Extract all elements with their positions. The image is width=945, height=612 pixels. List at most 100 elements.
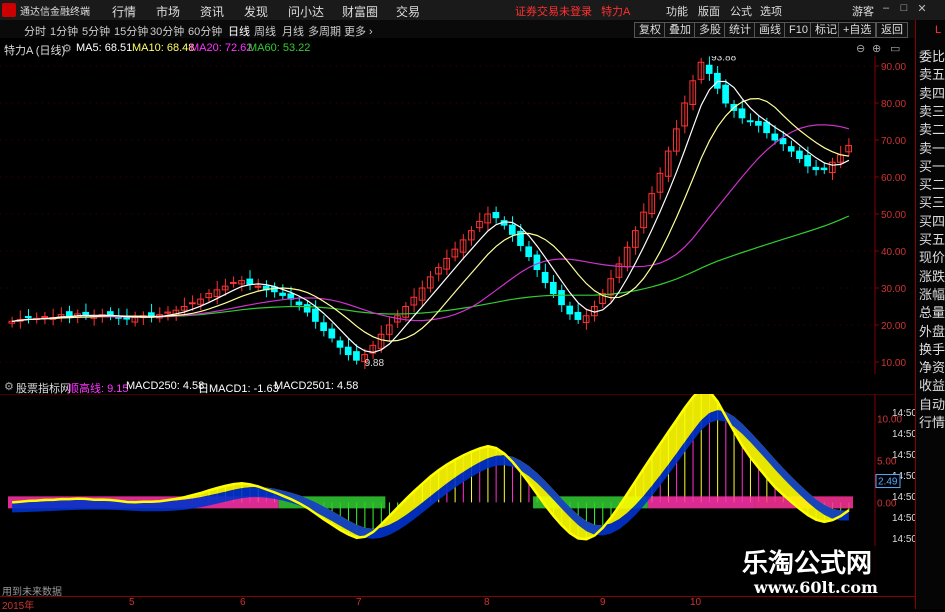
f10-button[interactable]: F10: [784, 22, 813, 38]
candle-body: [755, 121, 762, 126]
candle-body: [508, 224, 516, 235]
candle-body: [812, 166, 820, 171]
trade-status: 证券交易未登录 特力A: [515, 3, 630, 19]
top-menu-bar: [0, 0, 945, 21]
panel-item-9: 买四: [919, 213, 945, 229]
multi-stock-button[interactable]: 多股: [694, 22, 726, 38]
tab-60min[interactable]: 60分钟: [188, 23, 222, 39]
candle-body: [41, 315, 49, 318]
panel-item-12: 涨跌: [919, 268, 945, 284]
candle-body: [312, 308, 319, 322]
candle-body: [558, 290, 565, 306]
candle-body: [279, 292, 286, 296]
candle-body: [320, 322, 327, 332]
zoom-in-icon[interactable]: ⊕: [872, 42, 881, 55]
candle-body: [65, 311, 73, 317]
overlay-button[interactable]: 叠加: [664, 22, 696, 38]
candle-body: [336, 340, 344, 348]
menu-market[interactable]: 市场: [156, 3, 180, 20]
date-label-3: 7: [356, 597, 362, 608]
candlestick-chart: 90.00 80.00 70.00 60.00 50.00 40.00 30.00 20.00…: [0, 56, 906, 374]
stats-button[interactable]: 统计: [724, 22, 756, 38]
price-tick-label: 90.00: [881, 62, 906, 73]
minimize-icon[interactable]: –: [880, 2, 892, 16]
tab-30min[interactable]: 30分钟: [150, 23, 184, 39]
candle-body: [525, 246, 533, 258]
menu-layout[interactable]: 版面: [698, 3, 720, 19]
tab-15min[interactable]: 15分钟: [114, 23, 148, 39]
tab-monthly[interactable]: 月线: [282, 23, 304, 39]
candle-body: [804, 155, 811, 167]
price-tick-label: 70.00: [881, 136, 906, 147]
candle-body: [188, 302, 196, 305]
tab-1min[interactable]: 1分钟: [50, 23, 78, 39]
panel-item-8: 买三: [919, 195, 945, 211]
price-tick-label: 80.00: [881, 99, 906, 110]
expand-icon[interactable]: ▭: [890, 42, 900, 55]
time-label: 14:50: [892, 429, 915, 440]
ma60-legend: MA60: 53.22: [248, 42, 311, 54]
app-logo-icon: [2, 3, 16, 17]
panel-item-11: 现价: [919, 250, 945, 266]
value-box-label: 2.49: [878, 477, 898, 488]
time-label: 14:50: [892, 408, 915, 419]
add-watchlist-button[interactable]: +自选: [838, 22, 877, 38]
menu-function[interactable]: 功能: [666, 3, 688, 19]
date-axis: [0, 596, 915, 610]
candle-body: [246, 278, 254, 285]
candle-body: [796, 150, 803, 159]
panel-item-4: 卖二: [919, 122, 945, 138]
panel-item-14: 总量: [919, 305, 945, 321]
panel-letter: L: [935, 24, 942, 36]
candle-body: [820, 167, 828, 171]
candle-body: [328, 328, 336, 339]
candle-body: [549, 281, 557, 295]
tab-intraday[interactable]: 分时: [24, 23, 46, 39]
ma20-legend: MA20: 72.62: [190, 42, 253, 54]
candle-body: [771, 133, 779, 141]
low-annotation: 9.88: [365, 358, 385, 369]
tab-multi-period[interactable]: 多周期: [308, 23, 341, 39]
user-guest[interactable]: 游客: [852, 3, 874, 19]
menu-ask[interactable]: 问小达: [288, 3, 324, 20]
menu-quotes[interactable]: 行情: [112, 3, 136, 20]
candle-body: [230, 281, 237, 284]
panel-item-5: 卖一: [919, 140, 945, 156]
candle-body: [566, 305, 574, 315]
menu-trade[interactable]: 交易: [396, 3, 420, 20]
menu-formula[interactable]: 公式: [730, 3, 752, 19]
panel-item-19: 自动: [919, 396, 945, 412]
date-label-6: 10: [690, 597, 702, 608]
date-label-1: 5: [129, 597, 135, 608]
tab-5min[interactable]: 5分钟: [82, 23, 110, 39]
price-tick-label: 20.00: [881, 321, 906, 332]
back-button[interactable]: 返回: [876, 22, 908, 38]
menu-news[interactable]: 资讯: [200, 3, 224, 20]
zoom-out-icon[interactable]: ⊖: [856, 42, 865, 55]
menu-discover[interactable]: 发现: [244, 3, 268, 20]
tab-weekly[interactable]: 周线: [254, 23, 276, 39]
panel-item-0: 委比: [919, 49, 945, 64]
candle-body: [295, 301, 303, 306]
panel-item-15: 外盘: [919, 323, 945, 339]
date-label-4: 8: [484, 597, 490, 608]
menu-wealth[interactable]: 财富圈: [342, 3, 378, 20]
candle-body: [787, 146, 795, 152]
tab-more-label: 更多: [344, 26, 366, 38]
adjust-button[interactable]: 复权: [634, 22, 666, 38]
indicator-gear-icon[interactable]: ⚙: [4, 380, 14, 393]
watermark-cn: 乐淘公式网: [742, 549, 873, 579]
close-icon[interactable]: ✕: [916, 2, 928, 16]
candle-body: [24, 315, 32, 319]
menu-options[interactable]: 选项: [760, 3, 782, 19]
time-label: 14:50: [892, 513, 915, 524]
indicator-legend-2: MACD250: 4.58: [126, 380, 205, 392]
draw-line-button[interactable]: 画线: [754, 22, 786, 38]
blue-ribbon: [12, 410, 849, 539]
tab-more[interactable]: 更多 ›: [344, 23, 373, 39]
settings-gear-icon[interactable]: ⚙: [62, 42, 72, 55]
maximize-icon[interactable]: □: [898, 2, 910, 16]
tab-daily[interactable]: 日线: [228, 23, 250, 39]
panel-item-16: 换手: [919, 341, 945, 357]
candle-body: [722, 84, 729, 104]
